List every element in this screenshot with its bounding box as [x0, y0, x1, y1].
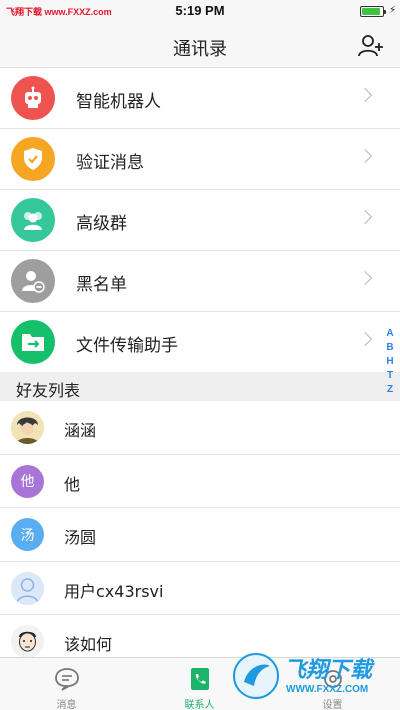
friend-name: 该如何 [64, 635, 113, 654]
friend-list: 涵涵 他 他 汤 汤圆 用户cx43rsvi 该如何 [0, 401, 400, 669]
list-item[interactable]: 他 他 [0, 454, 400, 508]
watermark-url: WWW.FXXZ.COM [286, 684, 369, 695]
charging-icon: ⚡ [388, 5, 396, 16]
navigation-bar: 通讯录 [0, 24, 400, 68]
function-label: 黑名单 [76, 275, 127, 295]
function-item-robot[interactable]: 智能机器人 [0, 68, 400, 129]
function-item-verify[interactable]: 验证消息 [0, 129, 400, 190]
list-item[interactable]: 用户cx43rsvi [0, 561, 400, 615]
tab-messages[interactable]: 消息 [0, 658, 133, 710]
friend-name: 用户cx43rsvi [64, 581, 164, 601]
avatar: 他 [11, 464, 44, 498]
avatar-initial: 他 [20, 474, 35, 490]
watermark-logo: 飞翔下载 WWW.FXXZ.COM [232, 650, 392, 705]
folder-transfer-icon [11, 320, 55, 364]
index-letter-h[interactable]: H [384, 355, 396, 369]
friend-name: 汤圆 [64, 528, 97, 547]
status-bar: 飞翔下载 www.FXXZ.com 5:19 PM ⚡ [0, 0, 400, 24]
function-item-file-transfer[interactable]: 文件传输助手 [0, 312, 400, 373]
friends-section-header: 好友列表 [0, 372, 400, 401]
function-list: 智能机器人 验证消息 高级群 黑名单 文件传输助手 [0, 68, 400, 373]
list-item[interactable]: 涵涵 [0, 401, 400, 455]
avatar [11, 411, 44, 444]
function-item-group[interactable]: 高级群 [0, 190, 400, 251]
contacts-icon [190, 668, 209, 690]
add-user-icon[interactable] [358, 34, 384, 58]
avatar [11, 625, 44, 658]
chevron-right-icon [357, 209, 373, 225]
shield-check-icon [11, 137, 55, 181]
index-letter-b[interactable]: B [384, 341, 396, 355]
index-letter-z[interactable]: Z [384, 383, 396, 397]
section-title: 好友列表 [16, 381, 81, 400]
watermark-brand: 飞翔下载 [284, 657, 373, 682]
battery-icon [360, 6, 386, 17]
friend-name: 他 [64, 474, 81, 494]
function-item-blacklist[interactable]: 黑名单 [0, 251, 400, 312]
alphabet-index-bar[interactable]: A B H T Z [384, 327, 396, 397]
list-item[interactable]: 汤 汤圆 [0, 508, 400, 562]
index-letter-a[interactable]: A [384, 327, 396, 341]
chevron-right-icon [357, 331, 373, 347]
chevron-right-icon [357, 148, 373, 164]
robot-icon [11, 76, 55, 120]
friend-name: 涵涵 [64, 421, 97, 440]
function-label: 文件传输助手 [76, 336, 178, 356]
avatar [11, 571, 44, 605]
blocked-user-icon [11, 259, 55, 303]
avatar: 汤 [11, 518, 44, 551]
chevron-right-icon [357, 87, 373, 103]
chevron-right-icon [357, 270, 373, 286]
tab-label: 消息 [56, 700, 77, 710]
group-icon [11, 198, 55, 242]
status-time: 5:19 PM [175, 3, 225, 18]
index-letter-t[interactable]: T [384, 369, 396, 383]
page-title: 通讯录 [173, 39, 227, 60]
function-label: 高级群 [76, 214, 127, 234]
avatar-initial: 汤 [20, 527, 35, 544]
function-label: 智能机器人 [76, 92, 161, 112]
function-label: 验证消息 [76, 153, 144, 173]
watermark-emblem-icon [233, 653, 279, 699]
chat-icon [54, 668, 79, 691]
